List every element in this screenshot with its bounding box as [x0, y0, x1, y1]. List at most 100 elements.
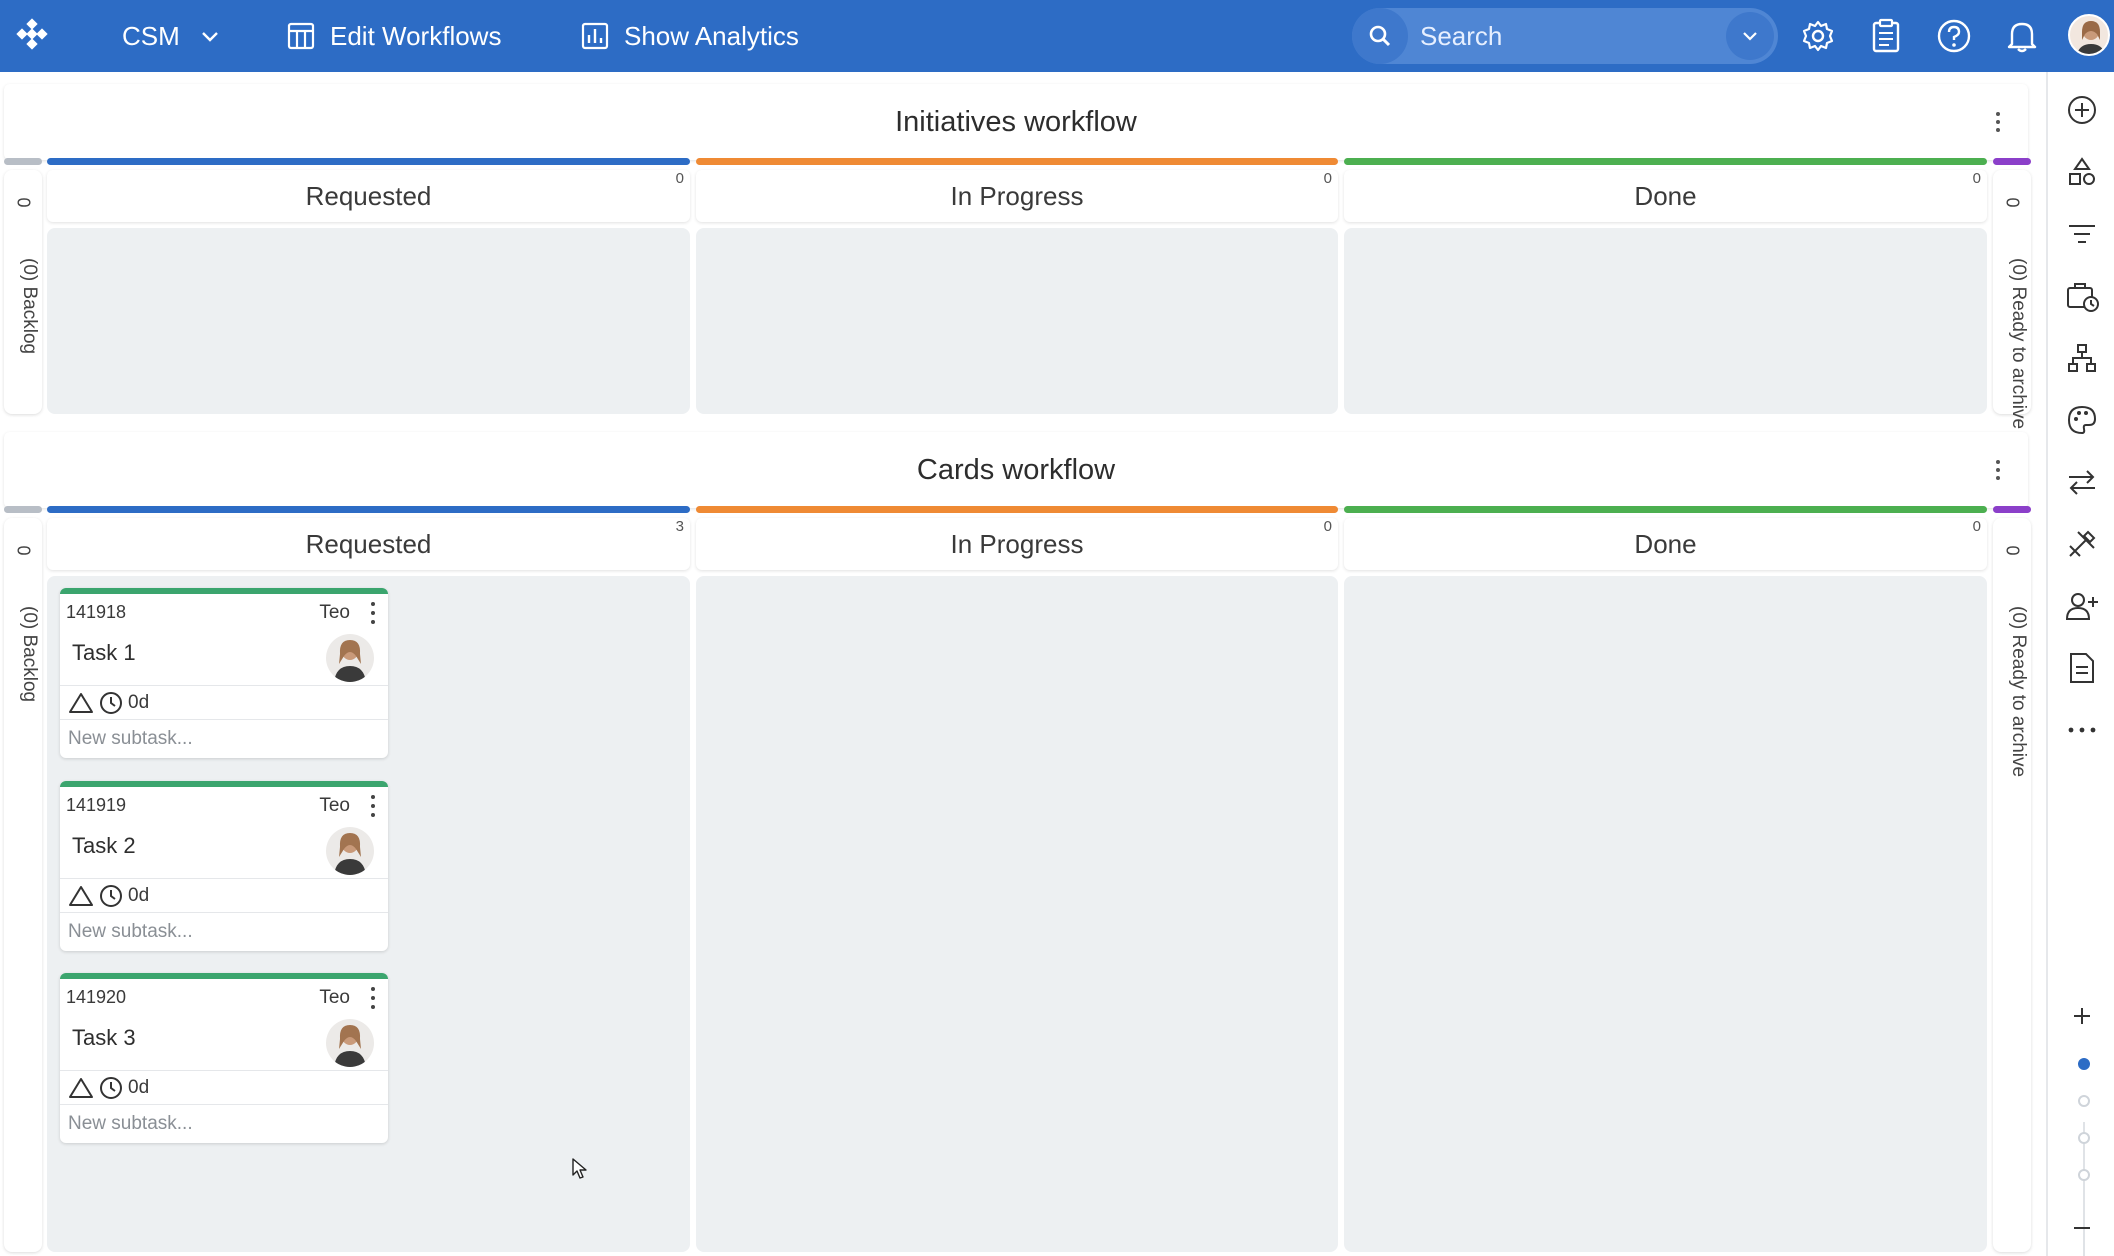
assignee-avatar[interactable] [326, 1019, 374, 1067]
card-title[interactable]: Task 3 [72, 1025, 136, 1051]
filter-icon[interactable] [2062, 214, 2102, 254]
requested-color-bar [47, 506, 690, 513]
card-id: 141920 [66, 987, 127, 1007]
show-analytics-button[interactable]: Show Analytics [580, 0, 799, 72]
done-color-bar [1344, 158, 1987, 165]
right-tool-rail [2046, 72, 2114, 1256]
card-title[interactable]: Task 2 [72, 833, 136, 859]
column-header-in-progress[interactable]: In Progress 0 [696, 518, 1338, 570]
in-progress-color-bar [696, 506, 1338, 513]
user-avatar[interactable] [2068, 14, 2110, 56]
task-card[interactable]: 141919 Teo Task 2 0d New subtask... [60, 781, 388, 951]
clock-icon [100, 691, 122, 714]
in-progress-color-bar [696, 158, 1338, 165]
card-owner: Teo [319, 987, 350, 1008]
briefcase-clock-icon[interactable] [2062, 276, 2102, 316]
new-subtask-input[interactable]: New subtask... [60, 720, 388, 758]
search-icon[interactable] [1352, 8, 1408, 64]
backlog-column[interactable]: 0 (0) Backlog [4, 518, 42, 1252]
tools-icon[interactable] [2062, 524, 2102, 564]
column-name: Requested [305, 180, 432, 211]
column-body-done[interactable] [1344, 576, 1987, 1252]
search-dropdown-button[interactable] [1726, 12, 1774, 60]
search-input[interactable]: Search [1420, 21, 1726, 52]
ready-to-archive-column[interactable]: 0 (0) Ready to archive [1993, 170, 2031, 429]
backlog-label: (0) Backlog [19, 606, 40, 703]
backlog-count: 0 [13, 545, 34, 556]
initiatives-workflow-header: Initiatives workflow [4, 84, 2028, 160]
swap-icon[interactable] [2062, 462, 2102, 502]
column-name: In Progress [950, 180, 1084, 211]
zoom-level-1[interactable] [2078, 1058, 2090, 1070]
column-body-requested[interactable] [47, 228, 690, 414]
column-header-requested[interactable]: Requested 3 [47, 518, 690, 570]
archive-label: (0) Ready to archive [2008, 606, 2029, 778]
add-icon[interactable] [2062, 90, 2102, 130]
card-time: 0d [128, 1076, 150, 1098]
zoom-in-icon[interactable] [2062, 996, 2102, 1036]
notifications-bell-icon[interactable] [2000, 14, 2044, 58]
column-body-done[interactable] [1344, 228, 1987, 414]
column-name: Requested [305, 528, 432, 559]
shapes-icon[interactable] [2062, 152, 2102, 192]
workflow-title: Cards workflow [916, 453, 1116, 486]
archive-color-bar [1993, 506, 2031, 513]
card-owner: Teo [319, 602, 350, 623]
help-icon[interactable] [1932, 14, 1976, 58]
clipboard-icon[interactable] [1864, 14, 1908, 58]
card-time: 0d [128, 691, 150, 713]
new-subtask-input[interactable]: New subtask... [60, 1105, 388, 1143]
edit-workflows-label: Edit Workflows [330, 20, 502, 51]
assignee-avatar[interactable] [326, 827, 374, 875]
add-user-icon[interactable] [2062, 586, 2102, 626]
workflow-title: Initiatives workflow [895, 105, 1137, 138]
column-body-in-progress[interactable] [696, 228, 1338, 414]
card-id: 141918 [66, 602, 127, 622]
card-menu-icon[interactable] [370, 987, 376, 1009]
clock-icon [100, 884, 122, 907]
assignee-avatar[interactable] [326, 634, 374, 682]
backlog-color-bar [4, 158, 42, 165]
column-header-done[interactable]: Done 0 [1344, 170, 1987, 222]
column-header-in-progress[interactable]: In Progress 0 [696, 170, 1338, 222]
backlog-column[interactable]: 0 (0) Backlog [4, 170, 42, 414]
task-card[interactable]: 141920 Teo Task 3 0d New subtask... [60, 973, 388, 1143]
settings-gear-icon[interactable] [1796, 14, 1840, 58]
card-menu-icon[interactable] [370, 602, 376, 624]
zoom-level-4[interactable] [2078, 1169, 2090, 1181]
zoom-level-3[interactable] [2078, 1132, 2090, 1144]
palette-icon[interactable] [2062, 400, 2102, 440]
search-bar[interactable]: Search [1352, 8, 1778, 64]
workflow-menu-icon[interactable] [1988, 106, 2008, 138]
done-color-bar [1344, 506, 1987, 513]
warning-triangle-icon[interactable] [68, 1076, 94, 1100]
top-navigation-bar: CSM Edit Workflows Show Analytics Search [0, 0, 2114, 72]
requested-color-bar [47, 158, 690, 165]
workspace-label: CSM [122, 20, 180, 51]
ready-to-archive-column[interactable]: 0 (0) Ready to archive [1993, 518, 2031, 1252]
workflow-menu-icon[interactable] [1988, 454, 2008, 486]
edit-workflows-button[interactable]: Edit Workflows [286, 0, 501, 72]
zoom-level-2[interactable] [2078, 1095, 2090, 1107]
zoom-out-icon[interactable] [2062, 1208, 2102, 1248]
document-icon[interactable] [2062, 648, 2102, 688]
column-header-done[interactable]: Done 0 [1344, 518, 1987, 570]
bar-chart-icon [581, 22, 609, 50]
new-subtask-input[interactable]: New subtask... [60, 913, 388, 951]
card-time: 0d [128, 884, 150, 906]
warning-triangle-icon[interactable] [68, 691, 94, 715]
card-owner: Teo [319, 795, 350, 816]
app-logo-icon[interactable] [12, 16, 52, 56]
card-title[interactable]: Task 1 [72, 640, 136, 666]
column-header-requested[interactable]: Requested 0 [47, 170, 690, 222]
task-card[interactable]: 141918 Teo Task 1 0d New subtask... [60, 588, 388, 758]
backlog-label: (0) Backlog [19, 258, 40, 355]
hierarchy-icon[interactable] [2062, 338, 2102, 378]
column-count-badge: 0 [675, 170, 684, 187]
column-count-badge: 0 [1972, 170, 1981, 187]
warning-triangle-icon[interactable] [68, 884, 94, 908]
card-menu-icon[interactable] [370, 795, 376, 817]
workspace-selector[interactable]: CSM [122, 0, 220, 72]
column-body-in-progress[interactable] [696, 576, 1338, 1252]
more-icon[interactable] [2062, 710, 2102, 750]
